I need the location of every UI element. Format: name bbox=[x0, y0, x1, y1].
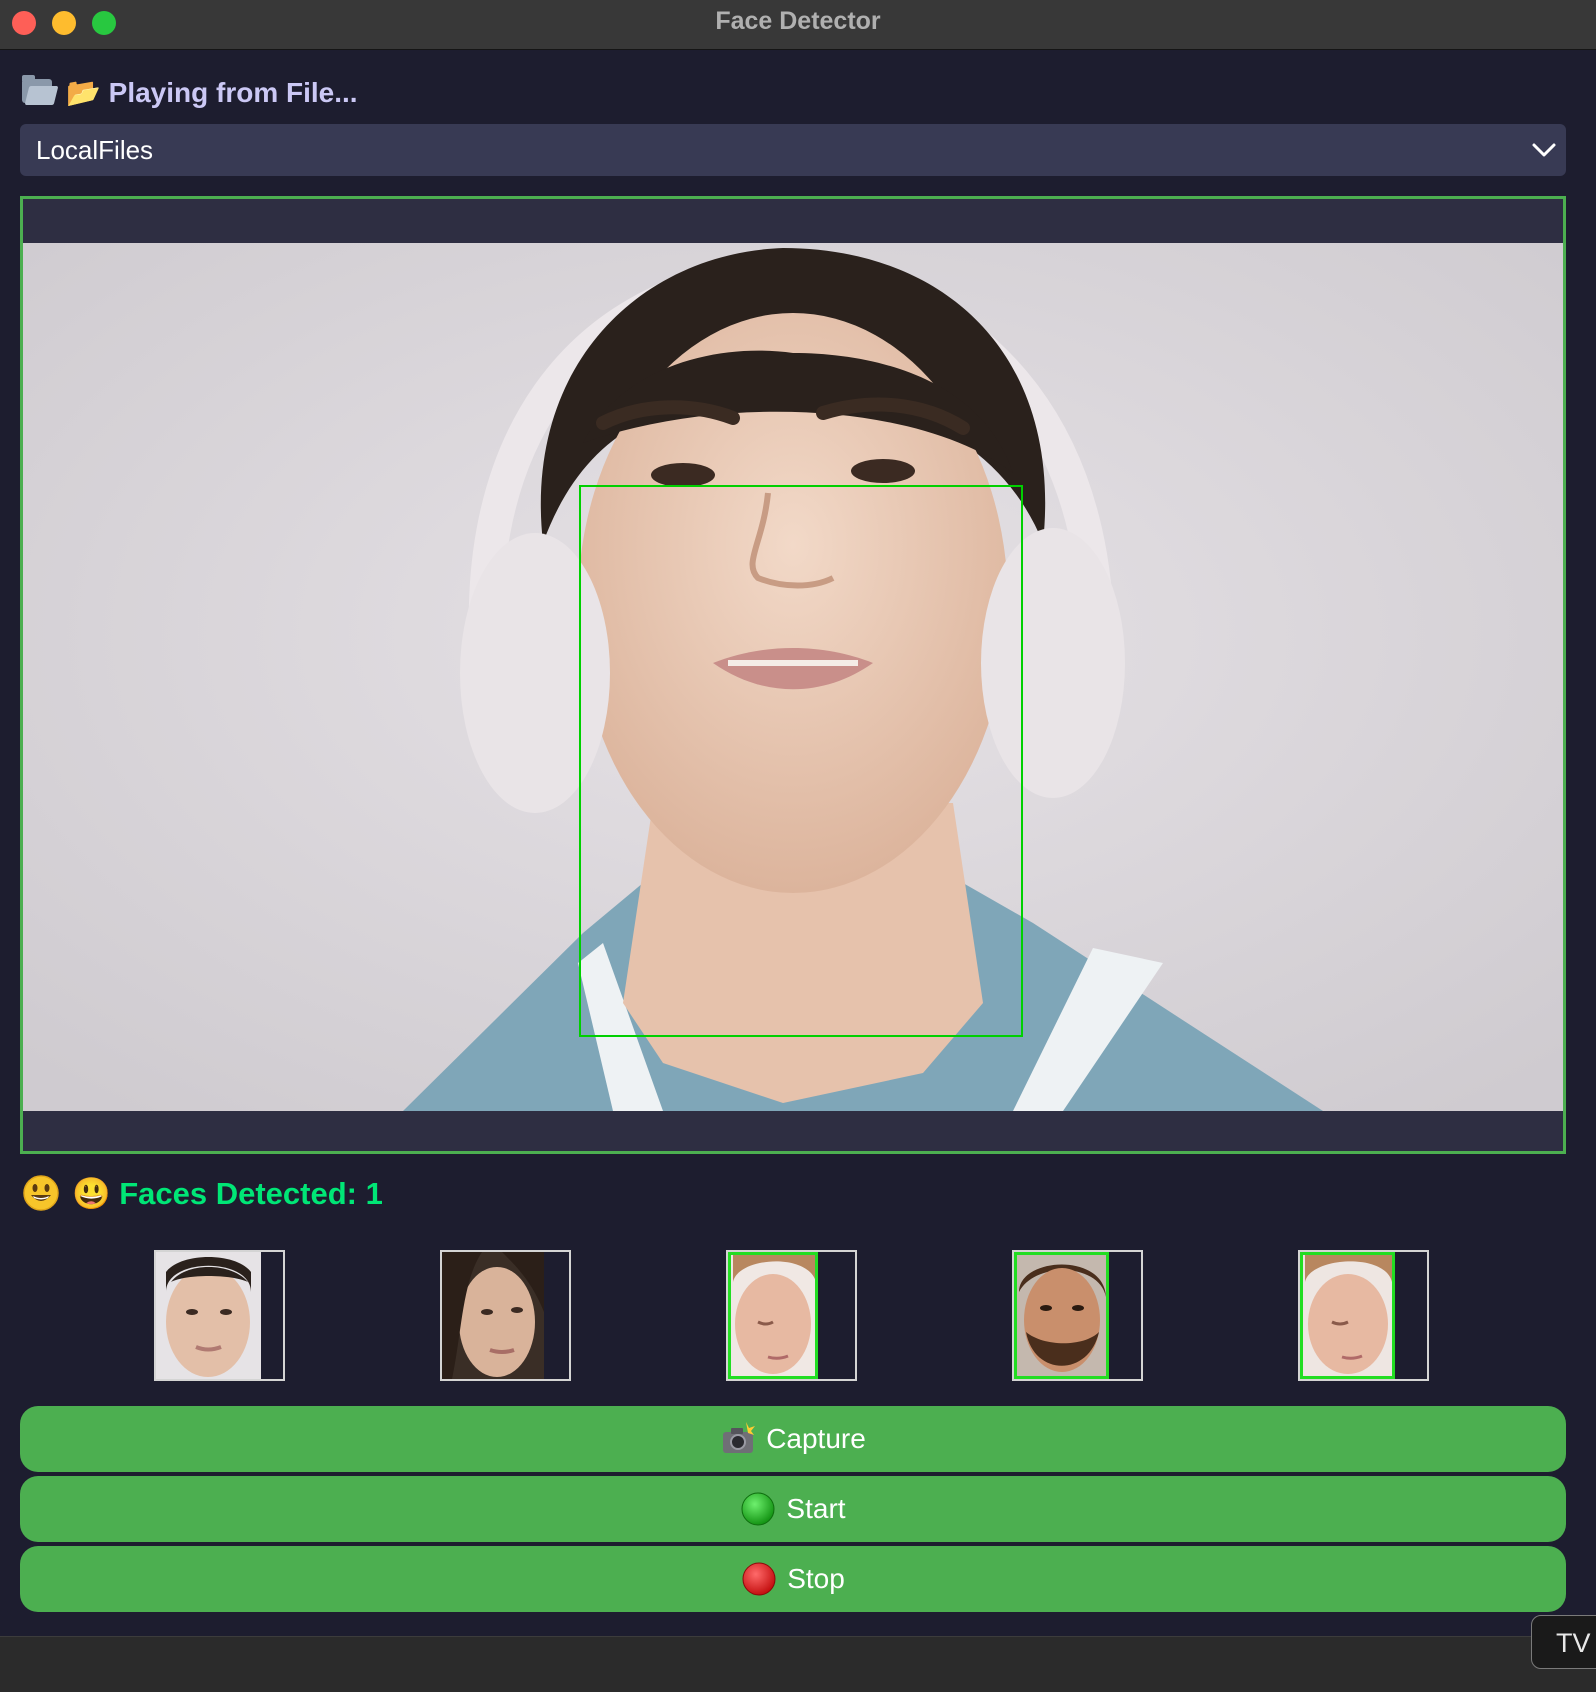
face-thumbnail-image bbox=[442, 1252, 544, 1379]
green-circle-icon bbox=[741, 1492, 775, 1526]
face-thumbnail-2[interactable] bbox=[440, 1250, 571, 1381]
status-text: 📂 Playing from File... bbox=[66, 76, 358, 108]
camera-flash-icon bbox=[723, 1422, 756, 1453]
faces-detected-row: 😃 Faces Detected: 1 bbox=[22, 1170, 383, 1216]
stop-button-label: Stop bbox=[787, 1563, 845, 1594]
capture-button[interactable]: Capture bbox=[20, 1406, 1566, 1472]
face-thumbnail-3[interactable] bbox=[726, 1250, 857, 1381]
faces-detected-label: 😃 Faces Detected: 1 bbox=[72, 1175, 383, 1211]
video-preview bbox=[20, 196, 1566, 1154]
face-thumbnail-image bbox=[1300, 1252, 1395, 1379]
folder-icon bbox=[22, 75, 59, 105]
tooltip: TV bbox=[1531, 1615, 1596, 1669]
face-detector-window: Face Detector 📂 Playing from File... Loc… bbox=[0, 0, 1596, 1692]
start-button-label: Start bbox=[786, 1493, 846, 1524]
title-bar: Face Detector bbox=[0, 0, 1596, 50]
window-title: Face Detector bbox=[715, 7, 881, 35]
face-thumbnail-image bbox=[156, 1252, 261, 1379]
red-circle-icon bbox=[742, 1562, 776, 1596]
source-dropdown-value: LocalFiles bbox=[36, 135, 154, 165]
face-detection-box bbox=[579, 485, 1023, 1037]
face-thumbnail-image bbox=[728, 1252, 818, 1379]
stop-button[interactable]: Stop bbox=[20, 1546, 1566, 1612]
bottom-bar bbox=[0, 1636, 1596, 1692]
status-row: 📂 Playing from File... bbox=[22, 70, 358, 114]
captured-faces-strip bbox=[0, 1250, 1596, 1382]
start-button[interactable]: Start bbox=[20, 1476, 1566, 1542]
face-thumbnail-4[interactable] bbox=[1012, 1250, 1143, 1381]
face-thumbnail-5[interactable] bbox=[1298, 1250, 1429, 1381]
face-thumbnail-image bbox=[1014, 1252, 1109, 1379]
face-thumbnail-1[interactable] bbox=[154, 1250, 285, 1381]
source-dropdown[interactable]: LocalFiles bbox=[20, 124, 1566, 176]
smiley-icon bbox=[23, 1175, 59, 1211]
capture-button-label: Capture bbox=[766, 1423, 866, 1454]
chevron-down-icon bbox=[1532, 143, 1556, 157]
